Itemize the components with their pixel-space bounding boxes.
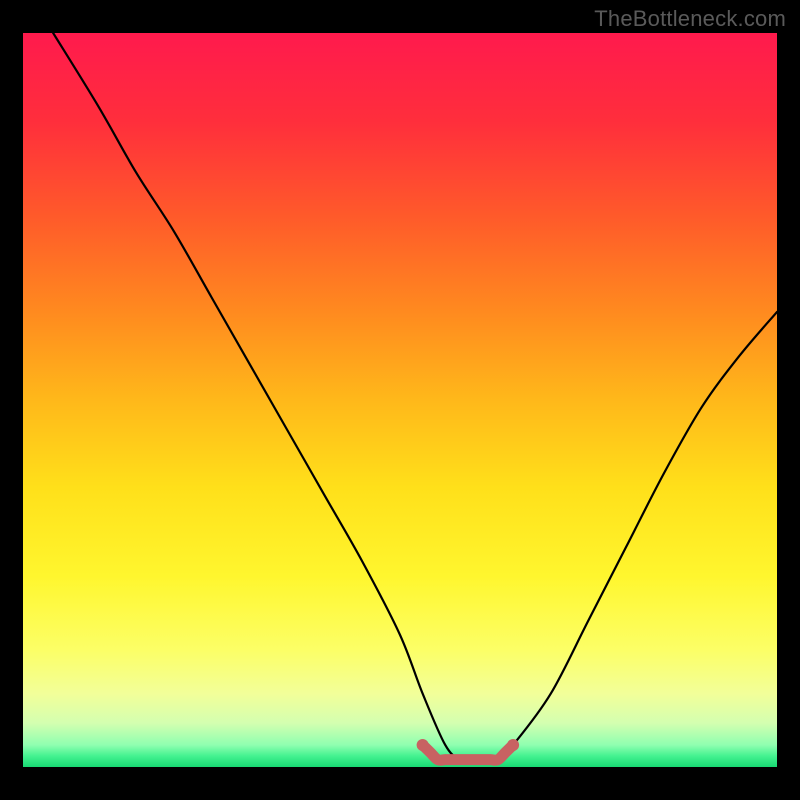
plot-area (23, 33, 777, 767)
minimum-dot-left (417, 739, 429, 751)
watermark-text: TheBottleneck.com (594, 6, 786, 32)
curve-layer (23, 33, 777, 767)
chart-container: TheBottleneck.com (0, 0, 800, 800)
bottleneck-curve (53, 33, 777, 761)
minimum-marker (423, 745, 513, 760)
minimum-dot-right (507, 739, 519, 751)
